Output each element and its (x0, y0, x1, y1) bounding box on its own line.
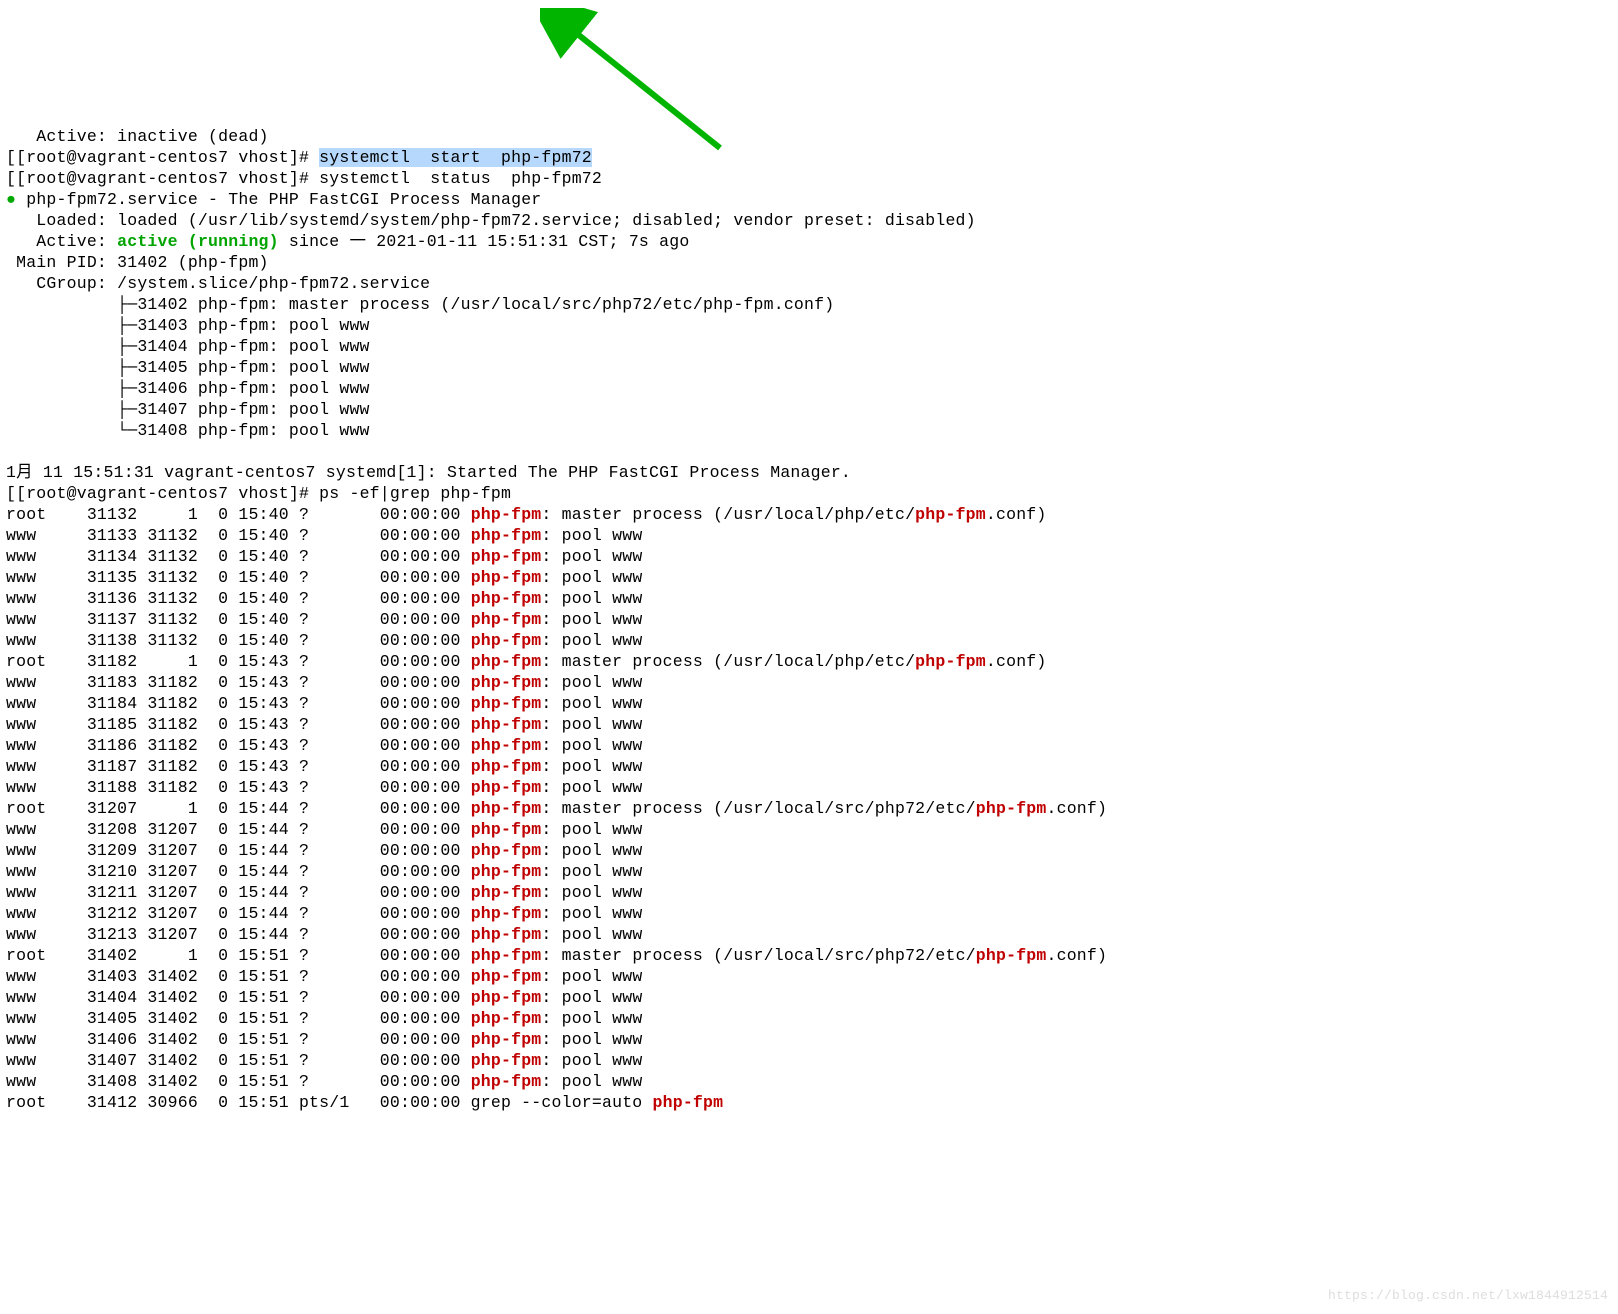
ps-output: root 31132 1 0 15:40 ? 00:00:00 php-fpm:… (6, 505, 1107, 1112)
ps-row: root 31412 30966 0 15:51 pts/1 00:00:00 … (6, 1093, 723, 1112)
cgroup-proc: ├─31407 php-fpm: pool www (6, 400, 370, 419)
shell-prompt: [[root@vagrant-centos7 vhost]# (6, 169, 319, 188)
highlighted-command: systemctl start php-fpm72 (319, 148, 592, 167)
ps-row: www 31137 31132 0 15:40 ? 00:00:00 php-f… (6, 610, 642, 629)
ps-row: www 31133 31132 0 15:40 ? 00:00:00 php-f… (6, 526, 642, 545)
ps-row: www 31187 31182 0 15:43 ? 00:00:00 php-f… (6, 757, 642, 776)
ps-row: www 31134 31132 0 15:40 ? 00:00:00 php-f… (6, 547, 642, 566)
ps-row: www 31135 31132 0 15:40 ? 00:00:00 php-f… (6, 568, 642, 587)
cgroup-header: CGroup: /system.slice/php-fpm72.service (6, 274, 430, 293)
active-label: Active: (6, 232, 117, 251)
ps-row: www 31210 31207 0 15:44 ? 00:00:00 php-f… (6, 862, 642, 881)
command-text: ps -ef|grep php-fpm (319, 484, 511, 503)
ps-row: www 31213 31207 0 15:44 ? 00:00:00 php-f… (6, 925, 642, 944)
main-pid: Main PID: 31402 (php-fpm) (6, 253, 269, 272)
cgroup-proc: ├─31406 php-fpm: pool www (6, 379, 370, 398)
ps-row: www 31184 31182 0 15:43 ? 00:00:00 php-f… (6, 694, 642, 713)
ps-row: www 31186 31182 0 15:43 ? 00:00:00 php-f… (6, 736, 642, 755)
ps-row: www 31408 31402 0 15:51 ? 00:00:00 php-f… (6, 1072, 642, 1091)
status-line: Active: inactive (dead) (6, 127, 269, 146)
service-header: php-fpm72.service - The PHP FastCGI Proc… (16, 190, 541, 209)
cgroup-proc: ├─31405 php-fpm: pool www (6, 358, 370, 377)
ps-row: www 31407 31402 0 15:51 ? 00:00:00 php-f… (6, 1051, 642, 1070)
cgroup-proc: ├─31404 php-fpm: pool www (6, 337, 370, 356)
shell-prompt: [[root@vagrant-centos7 vhost]# (6, 148, 319, 167)
ps-row: www 31183 31182 0 15:43 ? 00:00:00 php-f… (6, 673, 642, 692)
ps-row: root 31132 1 0 15:40 ? 00:00:00 php-fpm:… (6, 505, 1047, 524)
cgroup-proc: ├─31403 php-fpm: pool www (6, 316, 370, 335)
command-text: systemctl status php-fpm72 (319, 169, 602, 188)
ps-row: www 31188 31182 0 15:43 ? 00:00:00 php-f… (6, 778, 642, 797)
ps-row: root 31402 1 0 15:51 ? 00:00:00 php-fpm:… (6, 946, 1107, 965)
active-since: since 一 2021-01-11 15:51:31 CST; 7s ago (279, 232, 690, 251)
ps-row: www 31136 31132 0 15:40 ? 00:00:00 php-f… (6, 589, 642, 608)
ps-row: www 31405 31402 0 15:51 ? 00:00:00 php-f… (6, 1009, 642, 1028)
loaded-line: Loaded: loaded (/usr/lib/systemd/system/… (6, 211, 976, 230)
active-dot-icon: ● (6, 190, 16, 209)
ps-row: www 31208 31207 0 15:44 ? 00:00:00 php-f… (6, 820, 642, 839)
ps-row: www 31212 31207 0 15:44 ? 00:00:00 php-f… (6, 904, 642, 923)
ps-row: www 31404 31402 0 15:51 ? 00:00:00 php-f… (6, 988, 642, 1007)
journal-line: 1月 11 15:51:31 vagrant-centos7 systemd[1… (6, 463, 851, 482)
ps-row: www 31211 31207 0 15:44 ? 00:00:00 php-f… (6, 883, 642, 902)
cgroup-proc: └─31408 php-fpm: pool www (6, 421, 370, 440)
cgroup-proc: ├─31402 php-fpm: master process (/usr/lo… (6, 295, 834, 314)
shell-prompt: [[root@vagrant-centos7 vhost]# (6, 484, 319, 503)
active-running: active (running) (117, 232, 279, 251)
ps-row: www 31209 31207 0 15:44 ? 00:00:00 php-f… (6, 841, 642, 860)
terminal-output[interactable]: Active: inactive (dead) [[root@vagrant-c… (0, 105, 1618, 1119)
ps-row: www 31138 31132 0 15:40 ? 00:00:00 php-f… (6, 631, 642, 650)
ps-row: www 31403 31402 0 15:51 ? 00:00:00 php-f… (6, 967, 642, 986)
watermark-text: https://blog.csdn.net/lxw1844912514 (1328, 1285, 1608, 1306)
ps-row: www 31185 31182 0 15:43 ? 00:00:00 php-f… (6, 715, 642, 734)
ps-row: www 31406 31402 0 15:51 ? 00:00:00 php-f… (6, 1030, 642, 1049)
ps-row: root 31182 1 0 15:43 ? 00:00:00 php-fpm:… (6, 652, 1047, 671)
ps-row: root 31207 1 0 15:44 ? 00:00:00 php-fpm:… (6, 799, 1107, 818)
